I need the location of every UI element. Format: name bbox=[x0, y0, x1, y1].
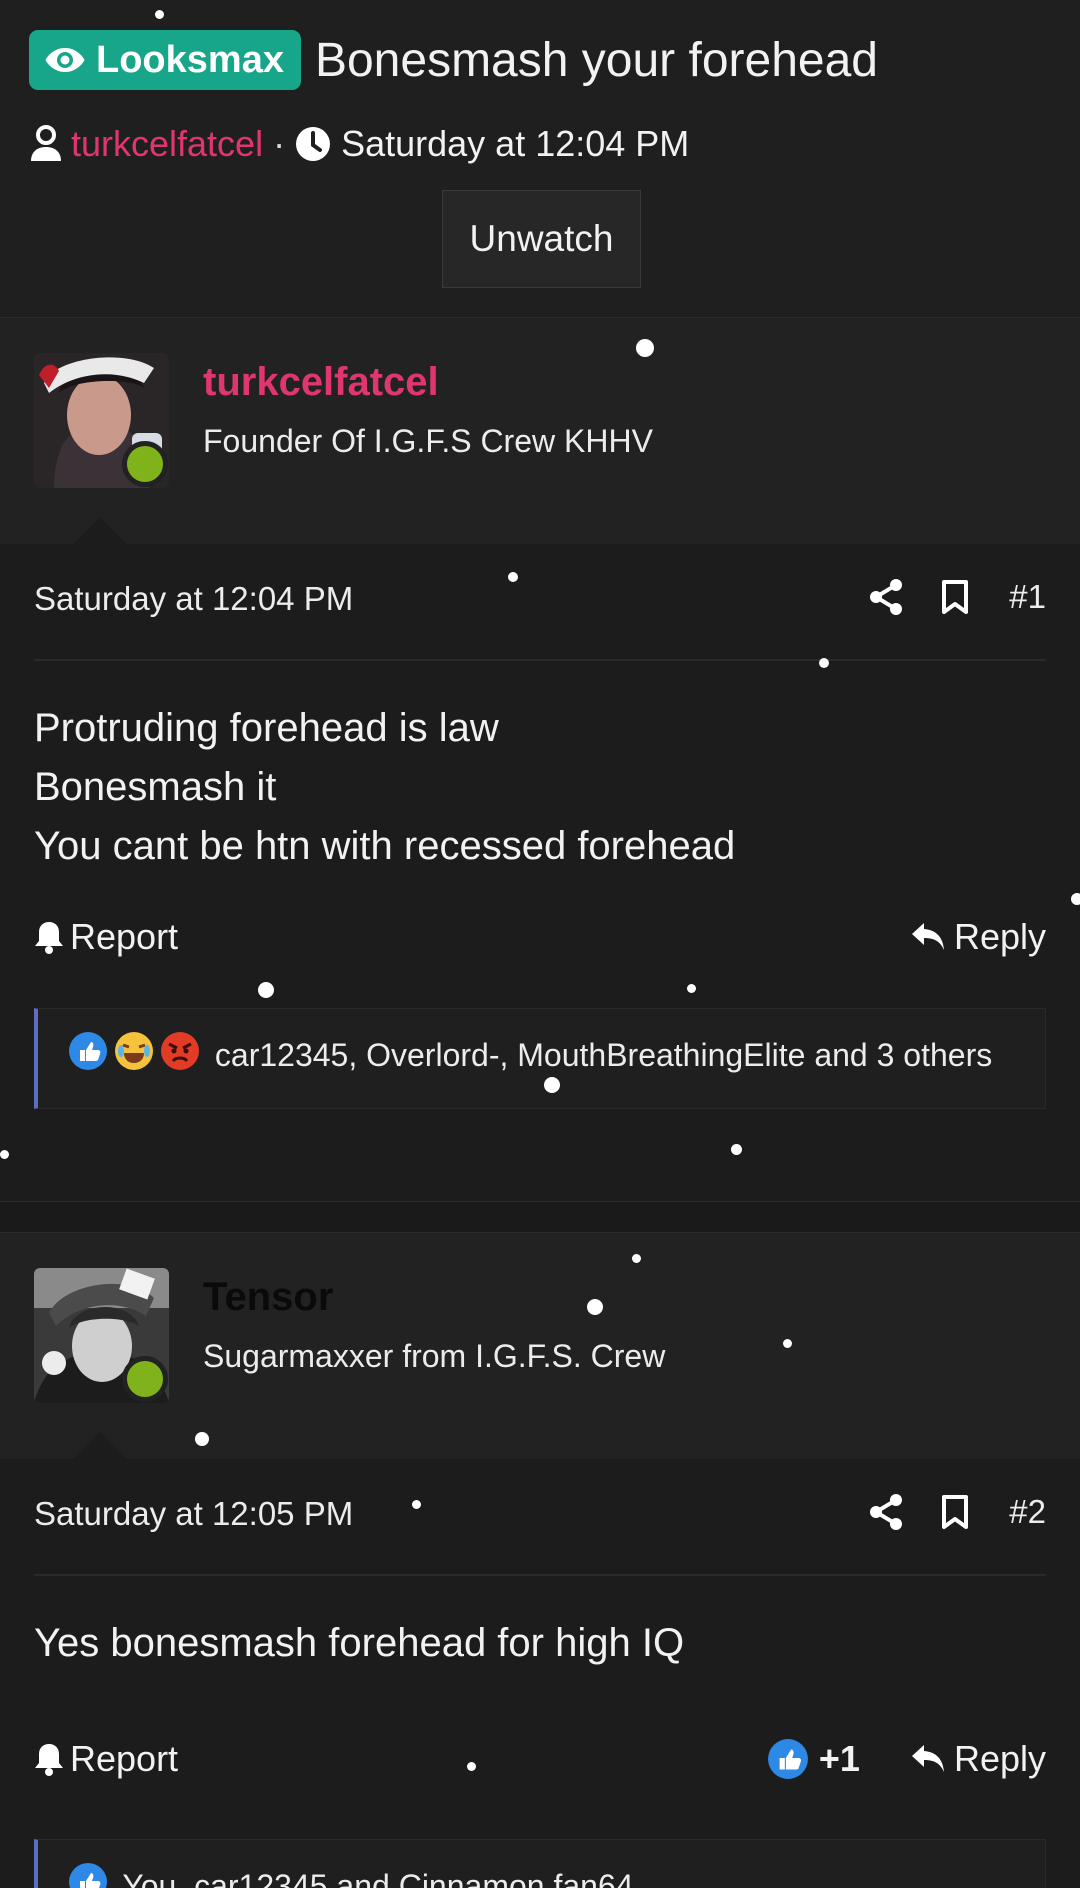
snowflake bbox=[636, 339, 654, 357]
snowflake bbox=[783, 1339, 792, 1348]
post-date[interactable]: Saturday at 12:04 PM bbox=[34, 580, 353, 618]
report-link[interactable]: Report bbox=[34, 916, 178, 958]
unwatch-button[interactable]: Unwatch bbox=[442, 190, 641, 288]
reply-icon bbox=[911, 923, 944, 950]
thread-title: Bonesmash your forehead bbox=[314, 33, 878, 87]
reactions-text[interactable]: car12345, Overlord-, MouthBreathingElite… bbox=[215, 1037, 992, 1073]
post-user-block: turkcelfatcel Founder Of I.G.F.S Crew KH… bbox=[0, 317, 1080, 545]
post-username[interactable]: Tensor bbox=[203, 1275, 333, 1320]
share-icon[interactable] bbox=[869, 1494, 903, 1530]
bell-icon bbox=[35, 1744, 63, 1776]
snowflake bbox=[155, 10, 164, 19]
prefix-label: Looksmax bbox=[96, 38, 284, 81]
report-label: Report bbox=[70, 1738, 179, 1779]
reaction-count-value: +1 bbox=[818, 1738, 860, 1779]
bookmark-icon[interactable] bbox=[941, 1494, 969, 1530]
post-message: Protruding forehead is law Bonesmash it … bbox=[34, 699, 1046, 887]
post-message: Yes bonesmash forehead for high IQ bbox=[34, 1614, 1046, 1704]
post-footer: Report Reply bbox=[34, 907, 1046, 967]
user-icon bbox=[31, 125, 61, 161]
thread-date[interactable]: Saturday at 12:04 PM bbox=[341, 123, 689, 165]
message-line: Bonesmash it bbox=[34, 765, 277, 809]
message-line: Yes bonesmash forehead for high IQ bbox=[34, 1621, 685, 1665]
snowflake bbox=[544, 1077, 560, 1093]
post-body: Saturday at 12:04 PM #1 Protruding foreh… bbox=[0, 544, 1080, 1201]
laugh-reaction-icon bbox=[114, 1031, 154, 1084]
avatar[interactable] bbox=[34, 353, 169, 488]
reply-label: Reply bbox=[953, 916, 1046, 957]
post-username[interactable]: turkcelfatcel bbox=[203, 360, 439, 405]
post-header: Saturday at 12:04 PM #1 bbox=[34, 544, 1046, 661]
post-number-link[interactable]: #2 bbox=[1009, 1493, 1046, 1531]
snowflake bbox=[508, 572, 518, 582]
snowflake bbox=[687, 984, 696, 993]
message-pointer bbox=[72, 517, 128, 545]
eye-icon bbox=[45, 48, 85, 72]
online-status-dot bbox=[122, 441, 168, 487]
thread-title-row: Looksmax Bonesmash your forehead bbox=[29, 30, 1046, 90]
reactions-bar[interactable]: car12345, Overlord-, MouthBreathingElite… bbox=[34, 1008, 1046, 1110]
post-separator bbox=[0, 1201, 1080, 1233]
user-title: Founder Of I.G.F.S Crew KHHV bbox=[203, 423, 653, 459]
post-2: Tensor Sugarmaxxer from I.G.F.S. Crew Sa… bbox=[0, 1232, 1080, 1888]
like-reaction-icon bbox=[767, 1739, 808, 1779]
snowflake bbox=[819, 658, 829, 668]
share-icon[interactable] bbox=[869, 579, 903, 615]
like-reaction-icon bbox=[68, 1862, 108, 1888]
angry-reaction-icon bbox=[160, 1031, 200, 1084]
message-line: Protruding forehead is law bbox=[34, 706, 499, 750]
bookmark-icon[interactable] bbox=[941, 579, 969, 615]
post-user-block: Tensor Sugarmaxxer from I.G.F.S. Crew bbox=[0, 1232, 1080, 1460]
post-header: Saturday at 12:05 PM #2 bbox=[34, 1459, 1046, 1576]
thread-meta: turkcelfatcel · Saturday at 12:04 PM bbox=[29, 123, 1046, 165]
reply-icon bbox=[911, 1745, 944, 1772]
message-line: You cant be htn with recessed forehead bbox=[34, 824, 736, 868]
clock-icon bbox=[296, 127, 331, 161]
thread-prefix-badge[interactable]: Looksmax bbox=[29, 30, 301, 90]
avatar[interactable] bbox=[34, 1268, 169, 1403]
snowflake bbox=[467, 1762, 476, 1771]
reply-label: Reply bbox=[953, 1738, 1046, 1779]
snowflake bbox=[195, 1432, 209, 1446]
reply-button[interactable]: Reply bbox=[910, 1738, 1046, 1780]
thread-author-link[interactable]: turkcelfatcel bbox=[71, 123, 263, 165]
snowflake bbox=[632, 1254, 641, 1263]
snowflake bbox=[731, 1144, 742, 1155]
post-actions: #2 bbox=[831, 1493, 1046, 1531]
snowflake bbox=[1071, 893, 1080, 905]
thread-header: Looksmax Bonesmash your forehead turkcel… bbox=[0, 0, 1080, 317]
reply-button[interactable]: Reply bbox=[910, 916, 1046, 958]
reaction-count[interactable]: +1 bbox=[767, 1738, 860, 1780]
like-reaction-icon bbox=[68, 1031, 108, 1084]
meta-separator: · bbox=[273, 123, 286, 164]
post-date[interactable]: Saturday at 12:05 PM bbox=[34, 1495, 353, 1533]
snowflake bbox=[587, 1299, 603, 1315]
post-number-link[interactable]: #1 bbox=[1009, 578, 1046, 616]
reactions-text[interactable]: You, car12345 and Cinnamon fan64 bbox=[122, 1868, 633, 1888]
user-title: Sugarmaxxer from I.G.F.S. Crew bbox=[203, 1338, 666, 1374]
online-status-dot bbox=[122, 1356, 168, 1402]
report-link[interactable]: Report bbox=[34, 1738, 178, 1780]
snowflake bbox=[258, 982, 274, 998]
bell-icon bbox=[35, 922, 63, 954]
report-label: Report bbox=[70, 916, 179, 957]
post-1: turkcelfatcel Founder Of I.G.F.S Crew KH… bbox=[0, 317, 1080, 1233]
post-body: Saturday at 12:05 PM #2 Yes bonesmash fo… bbox=[0, 1459, 1080, 1888]
message-pointer bbox=[72, 1432, 128, 1460]
post-footer: Report +1 Reply bbox=[34, 1729, 1046, 1789]
snowflake bbox=[0, 1150, 9, 1159]
reactions-bar[interactable]: You, car12345 and Cinnamon fan64 bbox=[34, 1839, 1046, 1888]
snowflake bbox=[412, 1500, 421, 1509]
post-actions: #1 bbox=[831, 578, 1046, 616]
